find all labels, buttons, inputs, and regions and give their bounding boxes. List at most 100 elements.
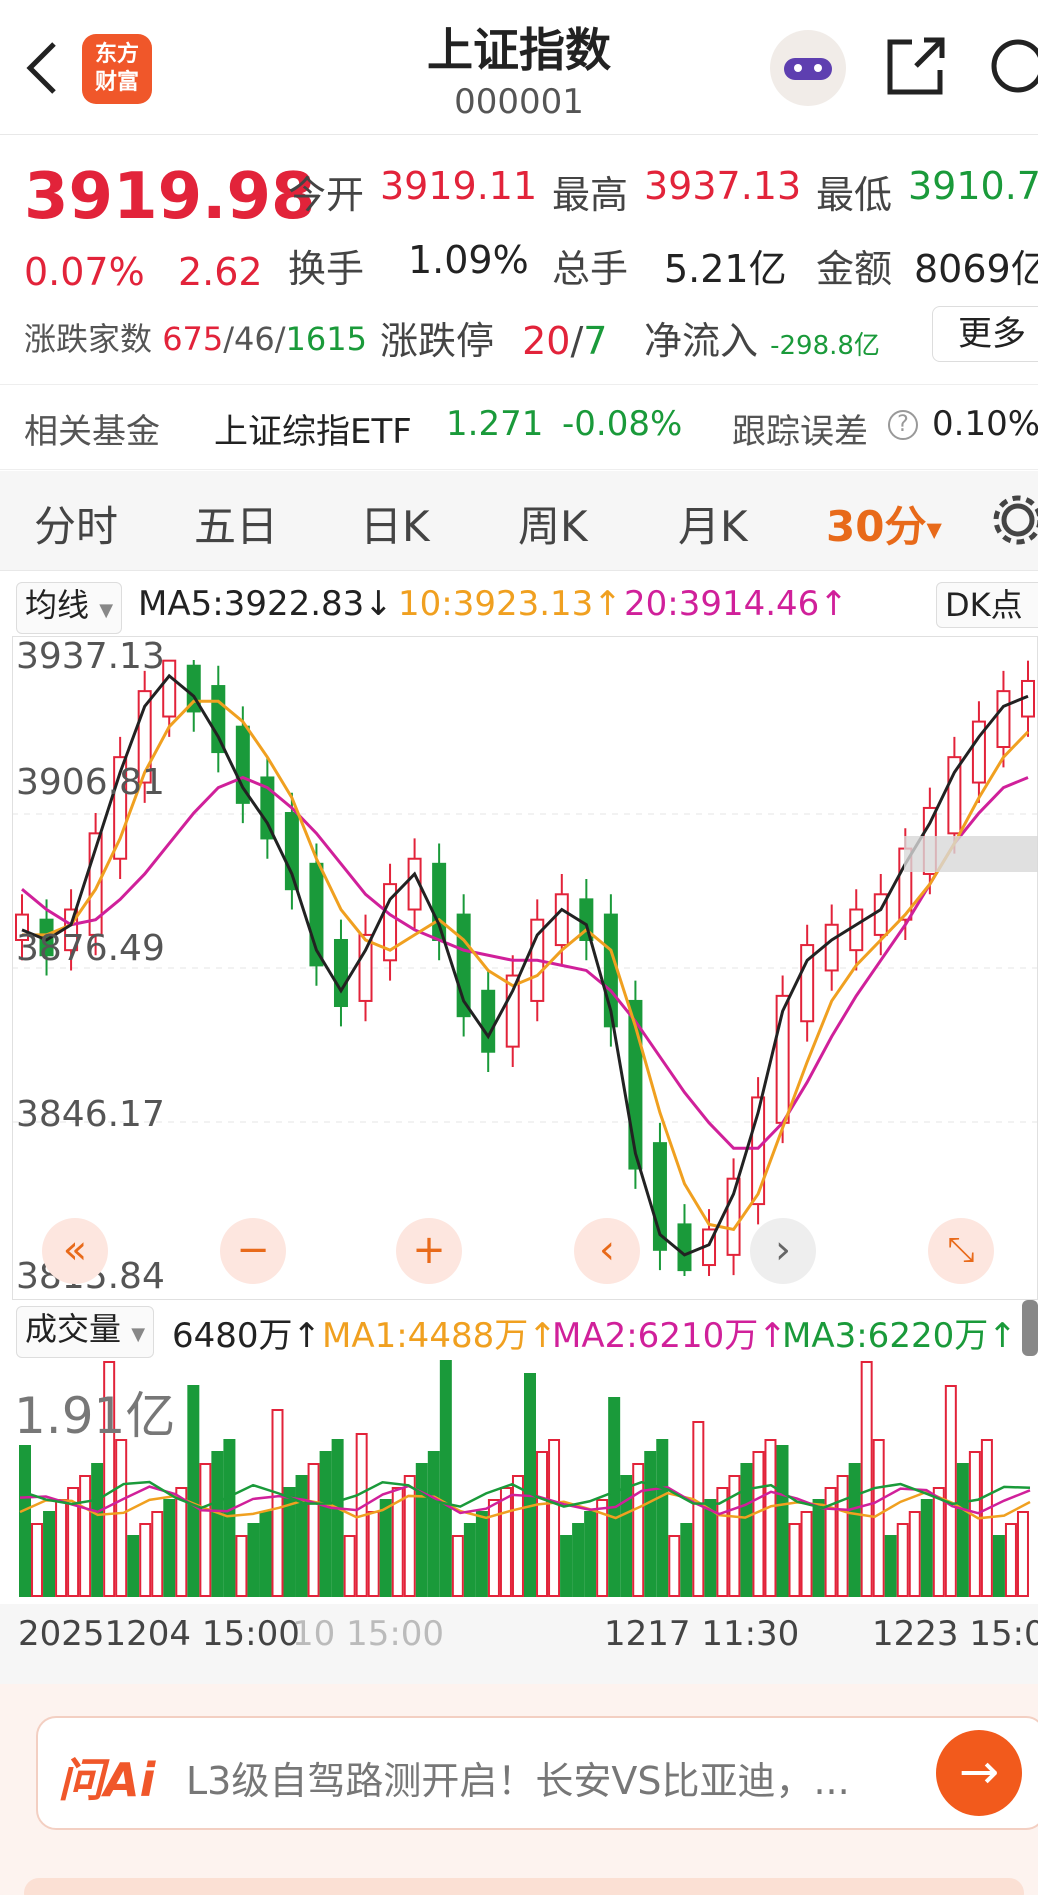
price-axis-3: 3876.49 xyxy=(16,928,165,969)
candle xyxy=(971,701,986,803)
expand-icon[interactable]: ⤡ xyxy=(928,1218,994,1284)
limit-stats: 涨跌停 20/7 xyxy=(380,319,608,363)
open-label: 今开 xyxy=(288,173,365,217)
volume-bar xyxy=(187,1385,200,1597)
tab-minute[interactable]: 分时 xyxy=(34,493,118,554)
flat-count: 46 xyxy=(234,320,275,358)
volume-bar xyxy=(548,1439,561,1597)
zoom-out-icon[interactable]: − xyxy=(220,1218,286,1284)
amount-value: 8069亿 xyxy=(914,247,1038,291)
tab-five-day[interactable]: 五日 xyxy=(194,493,278,554)
fund-label: 相关基金 xyxy=(24,412,160,452)
volume-bar xyxy=(920,1499,933,1597)
volume-bar xyxy=(932,1487,945,1597)
ai-prompt-text[interactable]: L3级自驾路测开启！长安VS比亚迪，... xyxy=(186,1750,850,1805)
bottom-strip xyxy=(24,1878,1024,1895)
volume-bar xyxy=(752,1451,765,1597)
volume-value: 5.21亿 xyxy=(664,247,787,291)
volume-bar xyxy=(668,1535,681,1597)
net-inflow: 净流入 -298.8亿 xyxy=(644,310,880,365)
chart-border xyxy=(12,636,1038,1300)
volume-ma2: MA2:6210万↑ xyxy=(552,1316,787,1356)
volume-bar xyxy=(295,1475,308,1597)
ma5-value: MA5:3922.83↓ xyxy=(138,584,393,624)
candle xyxy=(824,904,839,991)
volume-bar xyxy=(884,1535,897,1597)
price-chart[interactable] xyxy=(12,636,1038,1300)
volume-bar xyxy=(680,1523,693,1597)
candle xyxy=(849,889,864,971)
volume-bar xyxy=(956,1463,969,1597)
tab-30min[interactable]: 30分▼ xyxy=(826,493,942,554)
price-axis-2: 3906.81 xyxy=(16,762,165,803)
gear-icon[interactable] xyxy=(990,492,1038,548)
volume-bar xyxy=(211,1451,224,1597)
candle xyxy=(211,665,226,773)
volume-bar xyxy=(560,1535,573,1597)
down-count: 1615 xyxy=(285,320,367,358)
change-percent: 0.07% xyxy=(24,250,145,294)
zoom-in-icon[interactable]: + xyxy=(396,1218,462,1284)
fund-name: 上证综指ETF xyxy=(214,412,412,452)
volume-bar xyxy=(271,1409,284,1597)
tab-daily-k[interactable]: 日K xyxy=(360,493,430,554)
volume-bar xyxy=(800,1511,813,1597)
volume-bar xyxy=(319,1451,332,1597)
fund-price: 1.271 xyxy=(446,404,544,444)
volume-bar xyxy=(331,1439,344,1597)
robot-avatar-icon[interactable] xyxy=(770,30,846,106)
volume-bar xyxy=(127,1535,140,1597)
double-left-icon[interactable]: « xyxy=(42,1218,108,1284)
turnover-value: 1.09% xyxy=(408,238,529,282)
volume-bar xyxy=(115,1439,128,1597)
ai-logo: 问Ai xyxy=(58,1753,156,1807)
tab-monthly-k[interactable]: 月K xyxy=(678,493,748,554)
question-icon[interactable]: ? xyxy=(888,410,918,440)
high-value: 3937.13 xyxy=(644,164,802,208)
more-button[interactable]: 更多 xyxy=(932,306,1038,362)
volume-bar xyxy=(379,1499,392,1597)
volume-bar xyxy=(463,1523,476,1597)
up-count: 675 xyxy=(162,320,224,358)
inflow-value: -298.8亿 xyxy=(770,331,880,361)
breadth: 涨跌家数 675/46/1615 xyxy=(24,320,367,358)
ma10-value: 10:3923.13↑ xyxy=(398,584,622,624)
volume-bar xyxy=(608,1397,621,1597)
scroll-handle[interactable] xyxy=(1022,1300,1038,1356)
volume-bar xyxy=(439,1360,452,1597)
volume-bar xyxy=(91,1463,104,1597)
right-icon[interactable]: › xyxy=(750,1218,816,1284)
volume-bar xyxy=(415,1463,428,1597)
volume-bar xyxy=(139,1523,152,1597)
volume-bar xyxy=(223,1439,236,1597)
candle xyxy=(383,863,398,981)
volume-bar xyxy=(1004,1523,1017,1597)
volume-bar xyxy=(536,1451,549,1597)
volume-bar xyxy=(259,1511,272,1597)
tab-weekly-k[interactable]: 周K xyxy=(518,493,588,554)
volume-bar xyxy=(199,1463,212,1597)
volume-selector[interactable]: 成交量 ▼ xyxy=(16,1306,155,1358)
ma-selector[interactable]: 均线 ▼ xyxy=(16,582,123,634)
left-icon[interactable]: ‹ xyxy=(574,1218,640,1284)
candle xyxy=(800,924,815,1042)
volume-bar xyxy=(175,1487,188,1597)
candle xyxy=(358,914,373,1022)
volume-bar xyxy=(475,1511,488,1597)
search-icon[interactable] xyxy=(988,36,1038,98)
open-value: 3919.11 xyxy=(380,164,538,208)
share-icon[interactable] xyxy=(884,36,948,98)
volume-bar xyxy=(908,1511,921,1597)
volume-bar xyxy=(992,1535,1005,1597)
volume-bar xyxy=(524,1373,536,1597)
current-price: 3919.98 xyxy=(24,160,316,234)
dk-point-button[interactable]: DK点 xyxy=(936,582,1038,628)
volume-bar xyxy=(836,1475,849,1597)
volume-max-label: 1.91亿 xyxy=(14,1387,176,1445)
time-label-4: 1223 15:00 xyxy=(872,1614,1038,1654)
tracking-label: 跟踪误差 xyxy=(732,412,868,452)
price-axis-top: 3937.13 xyxy=(16,636,165,677)
arrow-right-icon[interactable]: → xyxy=(936,1730,1022,1816)
volume-bar xyxy=(896,1523,909,1597)
low-value: 3910.74 xyxy=(908,164,1038,208)
